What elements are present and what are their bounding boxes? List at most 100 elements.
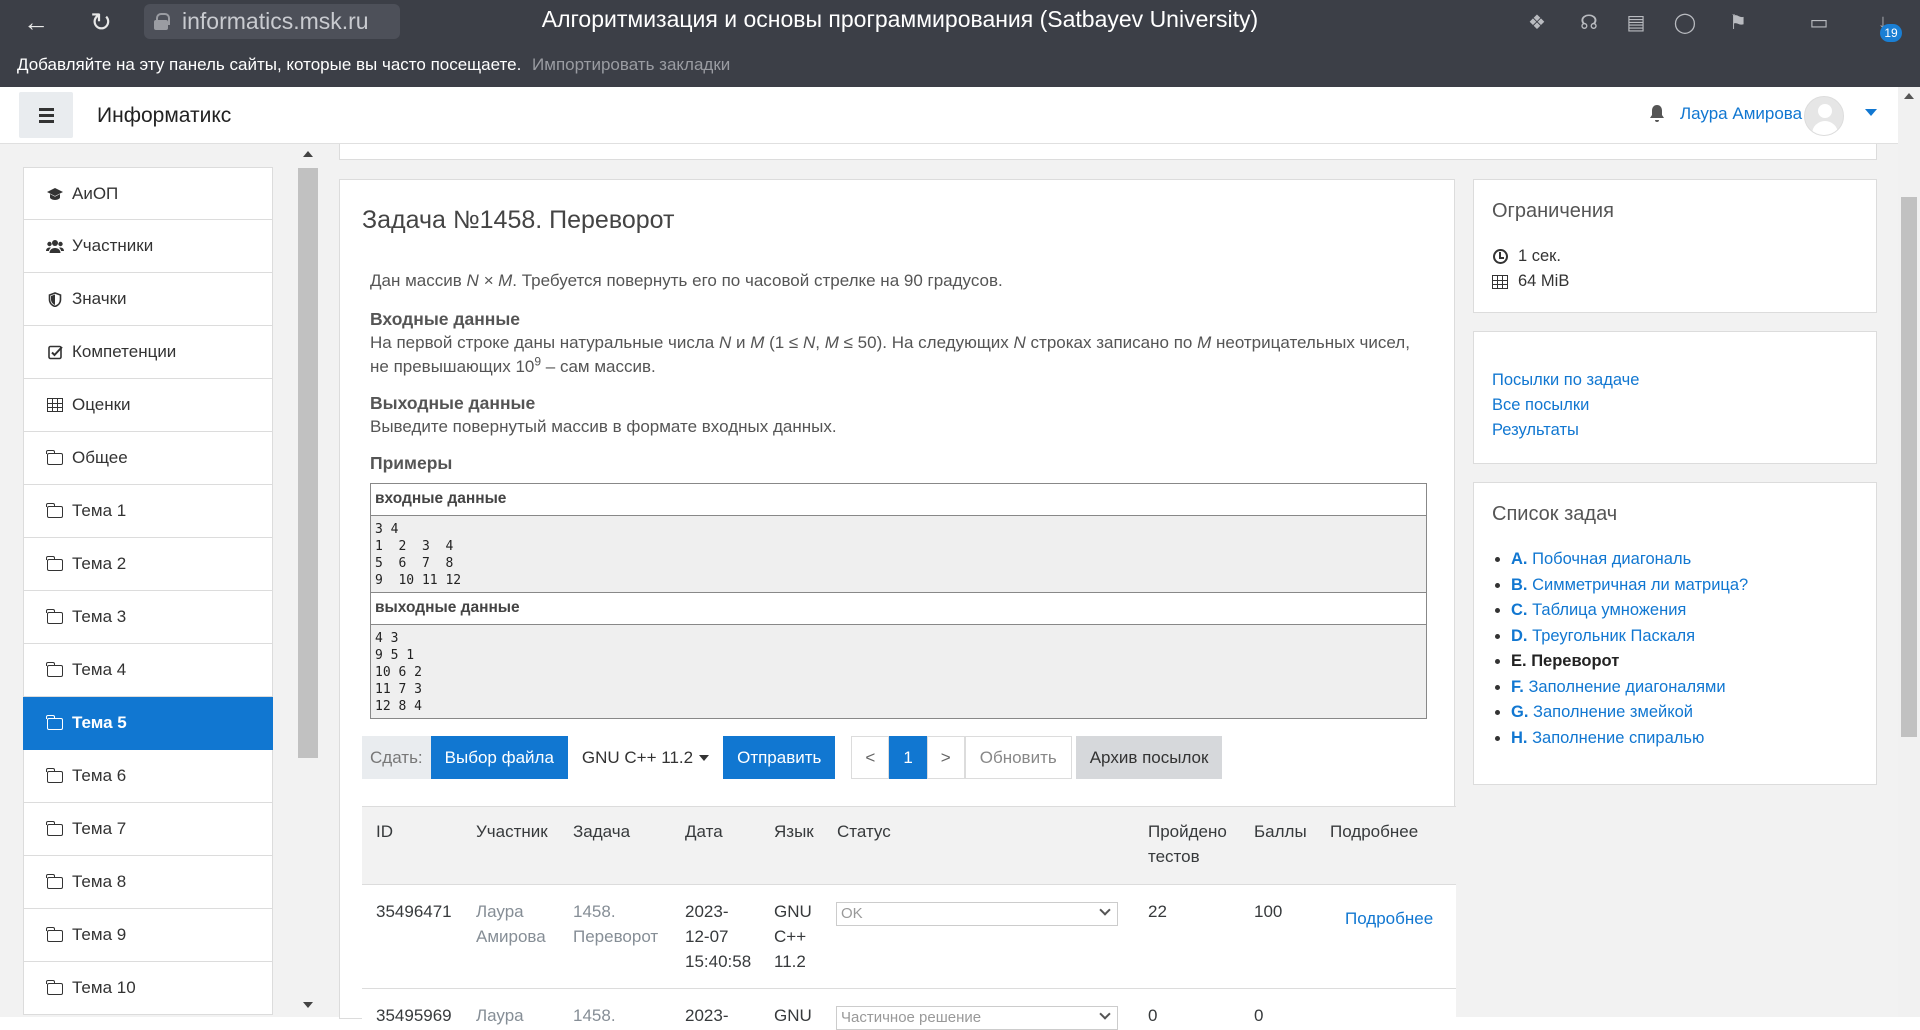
run-tests: 0	[1148, 1006, 1158, 1025]
all-submissions-link[interactable]: Все посылки	[1492, 396, 1589, 415]
headphones-icon[interactable]: ☊	[1575, 8, 1603, 36]
prev-page-button[interactable]: <	[851, 736, 890, 779]
choose-file-button[interactable]: Выбор файла	[430, 736, 568, 779]
drawer-item[interactable]: Тема 4	[23, 644, 273, 697]
drawer-item[interactable]: Тема 1	[23, 485, 273, 538]
drawer-item-label: Тема 4	[72, 660, 127, 679]
col-date: Дата	[685, 822, 723, 841]
site-brand[interactable]: Информатикс	[97, 104, 231, 128]
next-page-button[interactable]: >	[926, 736, 965, 779]
run-details-link[interactable]: Подробнее	[1345, 906, 1433, 931]
drawer-item-label: Общее	[72, 448, 128, 467]
col-id: ID	[376, 822, 393, 841]
task-list-item[interactable]: F. Заполнение диагоналями	[1511, 675, 1748, 701]
archive-button[interactable]: Архив посылок	[1075, 736, 1223, 779]
drawer-item-label: Тема 6	[72, 766, 127, 785]
statement-text: Дан массив N × M. Требуется повернуть ег…	[370, 271, 1003, 290]
task-list-item[interactable]: A. Побочная диагональ	[1511, 547, 1748, 573]
run-lang: GNU	[774, 1006, 812, 1025]
run-status-select[interactable]: Частичное решение	[836, 1006, 1118, 1030]
page-1-button[interactable]: 1	[889, 736, 927, 779]
col-details: Подробнее	[1330, 822, 1419, 841]
apps-icon[interactable]: ❖	[1523, 8, 1551, 36]
collections-icon[interactable]: ▭	[1805, 8, 1833, 36]
back-icon[interactable]: ←	[18, 4, 54, 40]
bell-icon[interactable]	[1648, 104, 1666, 124]
scroll-up-icon[interactable]	[1904, 93, 1914, 99]
user-menu-name[interactable]: Лаура Амирова	[1680, 104, 1802, 124]
task-list-item[interactable]: G. Заполнение змейкой	[1511, 700, 1748, 726]
run-score: 100	[1254, 902, 1283, 921]
reload-icon[interactable]: ↻	[83, 4, 119, 40]
language-select[interactable]: GNU C++ 11.2	[567, 736, 724, 779]
sample-input: 3 4 1 2 3 4 5 6 7 8 9 10 11 12	[371, 516, 1426, 593]
examples-heading: Примеры	[370, 453, 453, 473]
bookmark-icon[interactable]: ⚑	[1724, 8, 1752, 36]
chevron-down-icon[interactable]	[1865, 109, 1877, 116]
results-link[interactable]: Результаты	[1492, 421, 1579, 440]
task-list-item[interactable]: H. Заполнение спиралью	[1511, 726, 1748, 752]
task-list-title: Список задач	[1492, 503, 1618, 525]
drawer-item-label: Тема 10	[72, 978, 136, 997]
col-tests: Пройдено тестов	[1148, 822, 1227, 866]
table-icon	[1492, 274, 1508, 290]
address-bar[interactable]: informatics.msk.ru	[144, 4, 400, 39]
drawer-item[interactable]: Тема 9	[23, 909, 273, 962]
drawer-item[interactable]: Общее	[23, 432, 273, 485]
task-list-item[interactable]: C. Таблица умножения	[1511, 598, 1748, 624]
limits-card: Ограничения 1 сек. 64 MiB	[1473, 179, 1877, 313]
memory-limit: 64 MiB	[1492, 272, 1569, 291]
menu-toggle-button[interactable]	[19, 92, 73, 138]
graduation-cap-icon	[46, 186, 64, 201]
reader-icon[interactable]: ▤	[1622, 8, 1650, 36]
url-text: informatics.msk.ru	[182, 8, 369, 34]
drawer-item[interactable]: Участники	[23, 220, 273, 273]
drawer-item[interactable]: Тема 10	[23, 962, 273, 1015]
scroll-down-icon[interactable]	[303, 1002, 313, 1008]
drawer-item-label: Тема 1	[72, 501, 127, 520]
drawer-item-label: Тема 3	[72, 607, 127, 626]
drawer-item[interactable]: Оценки	[23, 379, 273, 432]
drawer-scroll-thumb[interactable]	[298, 168, 318, 758]
col-task: Задача	[573, 822, 631, 841]
drawer-item[interactable]: Тема 3	[23, 591, 273, 644]
submissions-link[interactable]: Посылки по задаче	[1492, 371, 1639, 390]
drawer-item[interactable]: Тема 7	[23, 803, 273, 856]
chevron-down-icon	[1099, 1008, 1111, 1020]
drawer-item-label: Тема 8	[72, 872, 127, 891]
task-list-item[interactable]: B. Симметричная ли матрица?	[1511, 573, 1748, 599]
folder-icon	[46, 980, 64, 996]
folder-icon	[46, 662, 64, 678]
drawer-item-label: Оценки	[72, 395, 131, 414]
send-button[interactable]: Отправить	[723, 736, 836, 779]
table-row: 35495969 Лаура 1458. 2023- GNU Частичное…	[362, 988, 1456, 1030]
drawer-item[interactable]: Тема 8	[23, 856, 273, 909]
drawer-item[interactable]: Тема 6	[23, 750, 273, 803]
chevron-down-icon	[1099, 904, 1111, 916]
bookmarks-hint: Добавляйте на эту панель сайты, которые …	[17, 55, 522, 74]
avatar[interactable]	[1804, 96, 1844, 136]
drawer-item[interactable]: Компетенции	[23, 326, 273, 379]
drawer-item[interactable]: Тема 2	[23, 538, 273, 591]
run-status-select[interactable]: OK	[836, 902, 1118, 926]
chat-icon[interactable]: ◯	[1671, 8, 1699, 36]
refresh-button[interactable]: Обновить	[964, 736, 1072, 779]
folder-icon	[46, 821, 64, 837]
drawer-item[interactable]: Тема 5	[23, 697, 273, 750]
scroll-up-icon[interactable]	[303, 151, 313, 157]
import-bookmarks-link[interactable]: Импортировать закладки	[532, 55, 730, 74]
page-scrollbar[interactable]	[1898, 87, 1920, 1017]
browser-chrome: ← ↻ informatics.msk.ru Алгоритмизация и …	[0, 0, 1920, 87]
drawer-item[interactable]: АиОП	[23, 167, 273, 220]
drawer-scrollbar[interactable]	[298, 144, 318, 1017]
time-limit: 1 сек.	[1492, 247, 1561, 266]
sample-input-label: входные данные	[371, 484, 1426, 516]
table-header: ID Участник Задача Дата Язык Статус Прой…	[362, 806, 1456, 884]
task-list-item[interactable]: D. Треугольник Паскаля	[1511, 624, 1748, 650]
page-scroll-thumb[interactable]	[1901, 197, 1917, 737]
folder-icon	[46, 556, 64, 572]
language-value: GNU C++ 11.2	[581, 747, 694, 767]
task-list-item: E. Переворот	[1511, 649, 1748, 675]
drawer-item[interactable]: Значки	[23, 273, 273, 326]
